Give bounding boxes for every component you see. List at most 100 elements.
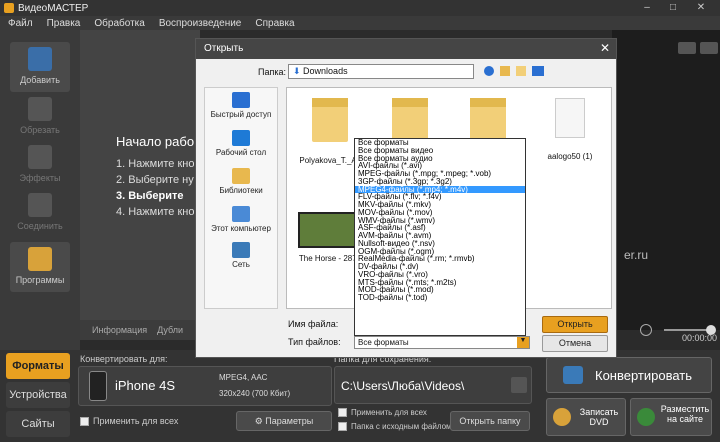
apply-all-right[interactable]: Применить для всех [338, 408, 427, 418]
convert-icon [563, 366, 583, 384]
publish-label: Разместить на сайте [660, 404, 710, 424]
file-name: aalogo50 (1) [547, 152, 593, 161]
menu-bar: Файл Правка Обработка Воспроизведение Сп… [0, 16, 720, 30]
open-folder-button[interactable]: Открыть папку [450, 411, 530, 431]
welcome-step-4: 4. Нажмите кно [116, 206, 195, 218]
volume-control[interactable] [630, 322, 720, 338]
title-bar: ВидеоМАСТЕР – □ ✕ [0, 0, 720, 16]
device-resolution: 320x240 (700 Кбит) [219, 389, 291, 398]
cancel-label: Отмена [558, 338, 592, 348]
tab-devices[interactable]: Устройства [6, 382, 70, 408]
video-thumbnail [298, 212, 362, 248]
effects-button[interactable]: Эффекты [10, 140, 70, 190]
cut-button[interactable]: Обрезать [10, 92, 70, 142]
view-menu-icon[interactable] [532, 66, 544, 76]
snapshot-icon[interactable] [700, 42, 718, 54]
menu-file[interactable]: Файл [8, 18, 33, 29]
up-folder-icon[interactable] [500, 66, 510, 76]
menu-playback[interactable]: Воспроизведение [159, 18, 242, 29]
browse-folder-icon[interactable] [511, 377, 527, 393]
welcome-step-3: 3. Выберите [116, 190, 184, 202]
convert-button[interactable]: Конвертировать [546, 357, 712, 393]
programs-button[interactable]: Программы [10, 242, 70, 292]
apply-all-right-checkbox[interactable] [338, 408, 347, 418]
folder-value: Downloads [303, 66, 348, 76]
join-label: Соединить [17, 221, 63, 231]
folder-icon [392, 98, 428, 142]
source-folder-label: Папка с исходным файлом [351, 422, 452, 431]
source-folder-option[interactable]: Папка с исходным файлом [338, 422, 452, 432]
file-item[interactable] [451, 98, 525, 142]
params-button[interactable]: ⚙ Параметры [236, 411, 332, 431]
welcome-step-1: 1. Нажмите кно [116, 158, 195, 170]
add-video-icon [28, 47, 52, 71]
device-name: iPhone 4S [115, 378, 175, 393]
publish-button[interactable]: Разместить на сайте [630, 398, 712, 436]
place-network[interactable]: Сеть [205, 242, 277, 269]
menu-help[interactable]: Справка [255, 18, 294, 29]
filetype-option[interactable]: TOD-файлы (*.tod) [355, 294, 525, 302]
place-label: Библиотеки [219, 186, 263, 195]
place-libraries[interactable]: Библиотеки [205, 168, 277, 195]
cut-label: Обрезать [20, 125, 60, 135]
join-button[interactable]: Соединить [10, 188, 70, 238]
maximize-button[interactable]: □ [662, 0, 684, 16]
programs-icon [28, 247, 52, 271]
library-icon [232, 168, 250, 184]
back-icon[interactable] [484, 66, 494, 76]
filetype-dropdown: Все форматы Все форматы видео Все формат… [354, 138, 526, 336]
dialog-close-icon[interactable]: ✕ [600, 41, 610, 55]
source-folder-checkbox[interactable] [338, 422, 347, 432]
burn-dvd-button[interactable]: Записать DVD [546, 398, 626, 436]
app-logo-icon [4, 3, 14, 13]
file-item[interactable]: aalogo50 (1) [531, 98, 609, 161]
welcome-heading: Начало рабо [116, 134, 195, 149]
new-folder-icon[interactable] [516, 66, 526, 76]
save-path-box[interactable]: C:\Users\Люба\Videos\ [334, 366, 532, 404]
apply-all-left-label: Применить для всех [93, 416, 179, 426]
join-icon [28, 193, 52, 217]
place-label: Быстрый доступ [210, 110, 272, 119]
place-label: Рабочий стол [215, 148, 267, 157]
dialog-title-text: Открыть [204, 43, 244, 54]
open-dialog: Открыть ✕ Папка: ⬇ Downloads Быстрый дос… [195, 38, 617, 358]
convert-label: Конвертировать [595, 368, 693, 383]
globe-icon [637, 408, 655, 426]
open-button[interactable]: Открыть [542, 316, 608, 333]
chevron-down-icon[interactable]: ▼ [517, 337, 529, 348]
close-window-button[interactable]: ✕ [690, 0, 712, 16]
info-bar: Информация Дубли [80, 320, 200, 340]
document-icon [555, 98, 585, 138]
volume-handle[interactable] [706, 325, 716, 335]
tab-sites[interactable]: Сайты [6, 411, 70, 437]
filename-label: Имя файла: [288, 319, 339, 329]
filetype-label: Тип файлов: [288, 337, 341, 347]
apply-all-left-checkbox[interactable] [80, 417, 89, 427]
apply-all-right-label: Применить для всех [351, 408, 427, 417]
convert-for-label: Конвертировать для: [80, 354, 168, 364]
minimize-button[interactable]: – [636, 0, 658, 16]
computer-icon [232, 206, 250, 222]
folder-select[interactable]: ⬇ Downloads [288, 64, 474, 79]
menu-edit[interactable]: Правка [47, 18, 81, 29]
gif-icon[interactable] [678, 42, 696, 54]
folder-label: Папка: [258, 67, 286, 77]
tab-formats[interactable]: Форматы [6, 353, 70, 379]
menu-processing[interactable]: Обработка [94, 18, 144, 29]
filetype-select[interactable]: Все форматы ▼ [354, 336, 530, 349]
place-desktop[interactable]: Рабочий стол [205, 130, 277, 157]
file-item[interactable] [373, 98, 447, 142]
place-computer[interactable]: Этот компьютер [205, 206, 277, 233]
tool-sidebar: Добавить Обрезать Эффекты Соединить Прог… [0, 30, 80, 350]
place-quick-access[interactable]: Быстрый доступ [205, 92, 277, 119]
add-button[interactable]: Добавить [10, 42, 70, 92]
apply-all-left[interactable]: Применить для всех [80, 416, 179, 427]
folder-icon [470, 98, 506, 142]
cancel-button[interactable]: Отмена [542, 335, 608, 352]
device-selector[interactable]: iPhone 4S MPEG4, AAC 320x240 (700 Кбит) [78, 366, 332, 406]
preview-panel: er.ru 00:00:00 [612, 30, 720, 343]
volume-icon[interactable] [640, 324, 652, 336]
info-button[interactable]: Информация [92, 325, 147, 335]
duplicate-button[interactable]: Дубли [157, 325, 183, 335]
volume-slider[interactable] [664, 329, 712, 331]
